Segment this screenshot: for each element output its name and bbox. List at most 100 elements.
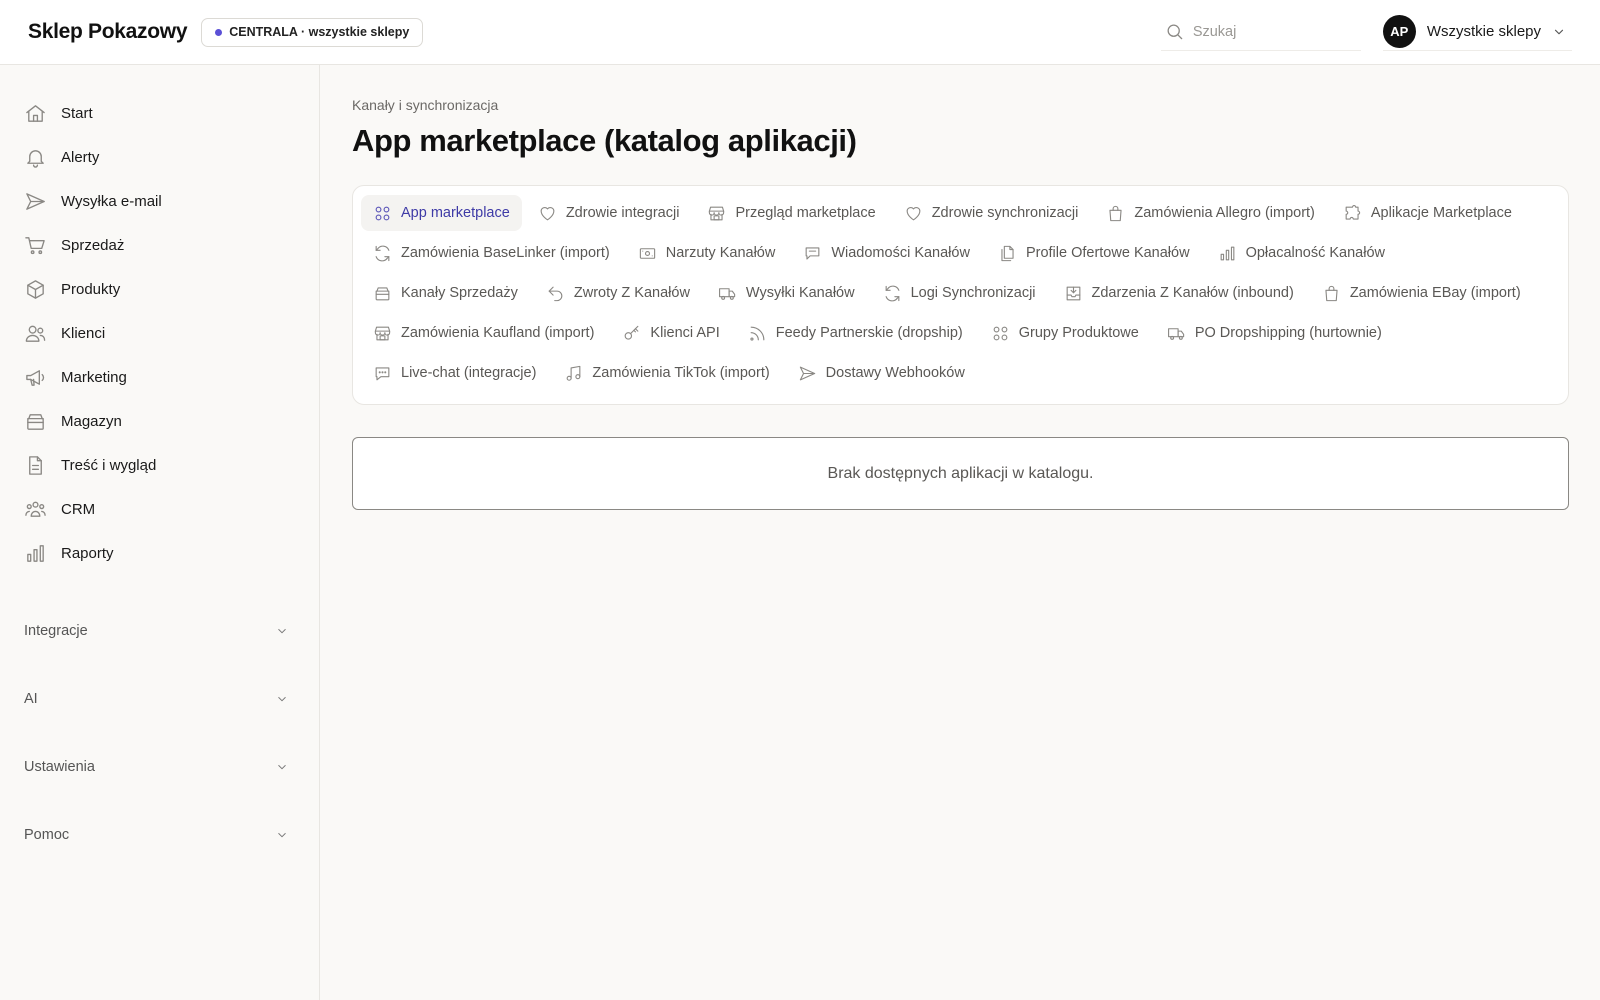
sidebar-item-label: Alerty (61, 148, 100, 166)
tab-zamowienia-allegro-import[interactable]: Zamówienia Allegro (import) (1094, 195, 1327, 231)
tab-label: Logi Synchronizacji (910, 285, 1036, 301)
chevron-down-icon (278, 628, 286, 634)
megaphone-icon (26, 369, 45, 386)
sidebar-section-label: AI (24, 691, 38, 707)
sidebar-item-klienci[interactable]: Klienci (0, 311, 319, 355)
cart-icon (25, 236, 45, 254)
bell-icon (27, 149, 44, 168)
sidebar-section-pomoc[interactable]: Pomoc (0, 801, 319, 869)
tab-wysylki-kanalow[interactable]: Wysyłki Kanałów (706, 275, 867, 311)
truck-icon (718, 287, 736, 300)
sidebar-item-label: Klienci (61, 324, 106, 342)
search-input[interactable] (1192, 23, 1353, 40)
sidebar-section-ai[interactable]: AI (0, 665, 319, 733)
tab-profile-ofertowe-kanalow[interactable]: Profile Ofertowe Kanałów (986, 235, 1202, 271)
tab-label: Kanały Sprzedaży (401, 285, 518, 301)
tab-bar: App marketplace Zdrowie integracji Przeglą… (352, 185, 1569, 405)
tab-grupy-produktowe[interactable]: Grupy Produktowe (979, 315, 1151, 351)
tab-oplacalnosc-kanalow[interactable]: Opłacalność Kanałów (1206, 235, 1397, 271)
page-title: App marketplace (katalog aplikacji) (352, 123, 857, 158)
tab-zamowienia-ebay-import[interactable]: Zamówienia EBay (import) (1310, 275, 1533, 311)
sidebar-item-start[interactable]: Start (0, 91, 319, 135)
tab-aplikacje-marketplace[interactable]: Aplikacje Marketplace (1331, 195, 1524, 231)
tab-label: Klienci API (650, 325, 720, 341)
bar-chart-icon (1220, 246, 1234, 260)
status-dot (215, 28, 223, 36)
send-icon (799, 366, 815, 380)
tab-label: Dostawy Webhooków (825, 365, 965, 381)
sidebar: Start Alerty Wysyłka e-mail Sprzedaż Produkt… (0, 65, 320, 1000)
tab-zamowienia-baselinker-import[interactable]: Zamówienia BaseLinker (import) (361, 235, 622, 271)
tab-app-marketplace[interactable]: App marketplace (361, 195, 522, 231)
tab-label: Narzuty Kanałów (665, 245, 776, 261)
rss-icon (750, 326, 765, 341)
sidebar-item-label: Sprzedaż (61, 236, 125, 254)
sidebar-item-produkty[interactable]: Produkty (0, 267, 319, 311)
tab-label: Zamówienia BaseLinker (import) (401, 245, 610, 261)
sidebar-item-raporty[interactable]: Raporty (0, 531, 319, 575)
sidebar-item-label: Produkty (61, 280, 121, 298)
tab-po-dropshipping-hurtownie[interactable]: PO Dropshipping (hurtownie) (1155, 315, 1394, 351)
tab-zamowienia-kaufland-import[interactable]: Zamówienia Kaufland (import) (361, 315, 606, 351)
breadcrumb[interactable]: Kanały i synchronizacja (352, 97, 1568, 113)
tab-zamowienia-tiktok-import[interactable]: Zamówienia TikTok (import) (552, 355, 781, 391)
tab-wiadomosci-kanalow[interactable]: Wiadomości Kanałów (791, 235, 982, 271)
tab-kanaly-sprzedazy[interactable]: Kanały Sprzedaży (361, 275, 530, 311)
tab-klienci-api[interactable]: Klienci API (610, 315, 731, 351)
chevron-down-icon (278, 832, 286, 838)
tab-label: Wysyłki Kanałów (745, 285, 855, 301)
tab-label: Zamówienia Allegro (import) (1134, 205, 1315, 221)
tab-zdrowie-synchronizacji[interactable]: Zdrowie synchronizacji (892, 195, 1091, 231)
tab-dostawy-webhookow[interactable]: Dostawy Webhooków (786, 355, 977, 391)
tab-narzuty-kanalow[interactable]: Narzuty Kanałów (626, 235, 788, 271)
sidebar-item-tresc-i-wyglad[interactable]: Treść i wygląd (0, 443, 319, 487)
tab-live-chat-integracje[interactable]: Live-chat (integracje) (361, 355, 548, 391)
sidebar-item-alerty[interactable]: Alerty (0, 135, 319, 179)
sidebar-item-crm[interactable]: CRM (0, 487, 319, 531)
tab-label: Zdarzenia Z Kanałów (inbound) (1091, 285, 1294, 301)
undo-icon (548, 286, 563, 301)
tab-label: Zdrowie synchronizacji (931, 205, 1079, 221)
sidebar-section-ustawienia[interactable]: Ustawienia (0, 733, 319, 801)
users-icon (25, 325, 46, 342)
brand-logo[interactable]: Sklep Pokazowy (28, 20, 188, 44)
heart-icon (540, 206, 555, 220)
copy-icon (1001, 245, 1014, 261)
store-badge-label: CENTRALA · wszystkie sklepy (229, 25, 410, 39)
send-icon (26, 192, 45, 210)
search-box[interactable] (1160, 13, 1361, 51)
tab-przeglad-marketplace[interactable]: Przegląd marketplace (695, 195, 887, 231)
sidebar-item-magazyn[interactable]: Magazyn (0, 399, 319, 443)
top-bar: Sklep Pokazowy CENTRALA · wszystkie skle… (0, 0, 1600, 65)
tab-logi-synchronizacji[interactable]: Logi Synchronizacji (871, 275, 1048, 311)
tab-zdarzenia-z-kanalow-inbound[interactable]: Zdarzenia Z Kanałów (inbound) (1052, 275, 1306, 311)
sidebar-item-sprzedaz[interactable]: Sprzedaż (0, 223, 319, 267)
tab-label: Feedy Partnerskie (dropship) (775, 325, 963, 341)
bag-icon (1109, 205, 1122, 221)
sidebar-item-label: CRM (61, 500, 96, 518)
tab-feedy-partnerskie-dropship[interactable]: Feedy Partnerskie (dropship) (736, 315, 975, 351)
search-icon (1167, 24, 1183, 40)
store-context-badge[interactable]: CENTRALA · wszystkie sklepy (201, 17, 424, 47)
avatar[interactable]: AP (1382, 15, 1416, 48)
sidebar-item-label: Treść i wygląd (61, 456, 157, 474)
group-icon (25, 501, 46, 517)
tab-label: PO Dropshipping (hurtownie) (1194, 325, 1382, 341)
inbox-icon (1066, 286, 1080, 300)
tab-label: Zamówienia EBay (import) (1349, 285, 1521, 301)
sidebar-item-marketing[interactable]: Marketing (0, 355, 319, 399)
cash-icon (639, 247, 655, 259)
sidebar-section-integracje[interactable]: Integracje (0, 597, 319, 665)
tab-label: Zamówienia TikTok (import) (592, 365, 770, 381)
tab-zdrowie-integracji[interactable]: Zdrowie integracji (526, 195, 692, 231)
tab-label: Profile Ofertowe Kanałów (1025, 245, 1190, 261)
tab-label: App marketplace (401, 205, 510, 221)
archive-icon (27, 413, 44, 430)
bag-icon (1325, 285, 1338, 301)
store-selector[interactable]: AP Wszystkie sklepy (1382, 13, 1572, 51)
sidebar-item-wysylka-e-mail[interactable]: Wysyłka e-mail (0, 179, 319, 223)
chat-bubble-icon (375, 366, 390, 380)
truck-icon (1167, 327, 1185, 340)
tab-zwroty-z-kanalow[interactable]: Zwroty Z Kanałów (534, 275, 702, 311)
sidebar-item-label: Raporty (61, 544, 114, 562)
